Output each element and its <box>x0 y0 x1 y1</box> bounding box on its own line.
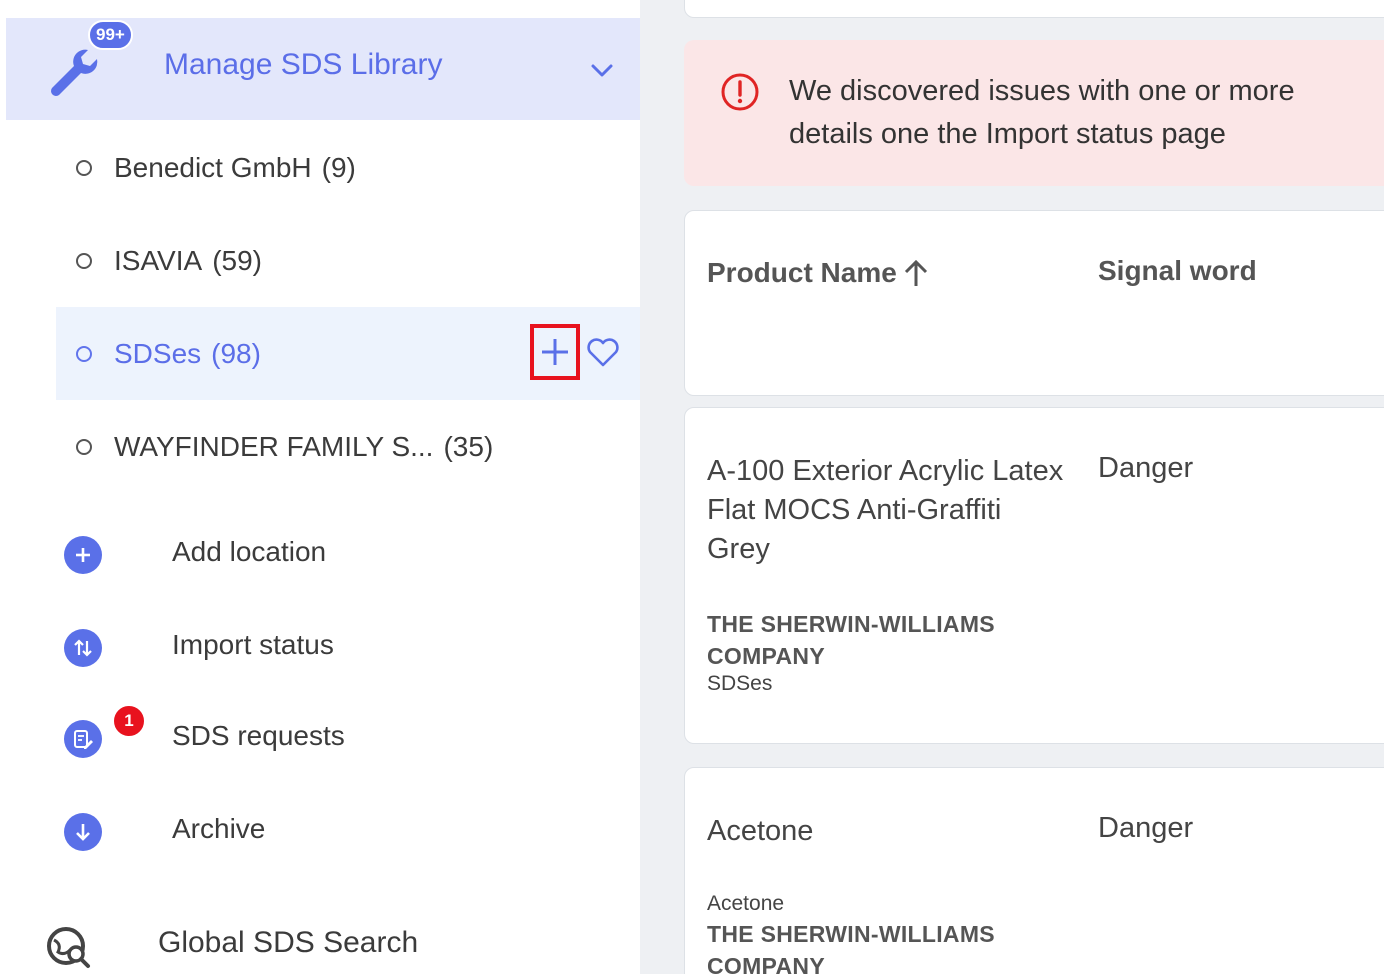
archive-label: Archive <box>172 813 266 844</box>
top-card-edge <box>684 0 1384 18</box>
plus-icon <box>542 339 568 365</box>
add-location-label: Add location <box>172 536 327 567</box>
signal-word-header[interactable]: Signal word <box>1098 255 1257 287</box>
product-sub-name-cell: Acetone <box>707 892 785 915</box>
import-status-label: Import status <box>172 629 334 660</box>
signal-word-cell: Danger <box>1098 452 1194 484</box>
archive-item[interactable]: Archive <box>0 785 640 875</box>
location-name: ISAVIA <box>114 244 203 276</box>
circle-icon <box>76 345 92 362</box>
sort-arrow-up-icon <box>904 259 927 286</box>
global-search-icon <box>47 927 90 968</box>
location-item-wayfinder[interactable]: WAYFINDER FAMILY S... (35) <box>56 400 640 493</box>
sds-requests-item[interactable]: 1 SDS requests <box>0 692 640 782</box>
notification-badge: 99+ <box>88 20 133 50</box>
circle-icon <box>76 159 92 176</box>
wrench-icon <box>51 49 98 96</box>
location-count: (35) <box>443 430 494 462</box>
alert-text-line1: We discovered issues with one or more <box>789 75 1295 107</box>
location-item-sdses[interactable]: SDSes (98) <box>56 307 640 400</box>
manage-sds-library-label: Manage SDS Library <box>164 48 443 81</box>
signal-word-cell: Danger <box>1098 812 1194 844</box>
import-status-item[interactable]: Import status <box>0 601 640 691</box>
location-count: (98) <box>211 337 261 369</box>
add-location-item[interactable]: Add location <box>0 508 640 598</box>
import-issues-alert: We discovered issues with one or more de… <box>684 40 1384 186</box>
location-name: Benedict GmbH <box>114 151 312 183</box>
table-row[interactable]: A-100 Exterior Acrylic Latex Flat MOCS A… <box>684 407 1384 744</box>
location-item-isavia[interactable]: ISAVIA (59) <box>56 214 640 307</box>
heart-icon[interactable] <box>586 337 620 369</box>
alert-text-line2: details one the Import status page <box>789 118 1226 150</box>
product-name-header[interactable]: Product Name <box>707 257 929 289</box>
table-header: Product Name Signal word <box>684 210 1384 396</box>
manufacturer-cell: THE SHERWIN-WILLIAMS COMPANY <box>707 611 995 669</box>
location-name: SDSes <box>114 337 202 369</box>
requests-count-badge: 1 <box>112 704 146 738</box>
import-arrows-icon <box>64 629 102 667</box>
sds-requests-label: SDS requests <box>172 720 345 751</box>
product-name-cell[interactable]: Acetone <box>707 812 1067 851</box>
location-cell: SDSes <box>707 672 773 695</box>
chevron-down-icon[interactable] <box>588 56 616 84</box>
table-row[interactable]: Acetone Danger Acetone THE SHERWIN-WILLI… <box>684 767 1384 974</box>
circle-icon <box>76 252 92 269</box>
plus-circle-icon <box>64 536 102 574</box>
manage-sds-library-header[interactable]: 99+ Manage SDS Library <box>6 18 640 120</box>
product-name-cell[interactable]: A-100 Exterior Acrylic Latex Flat MOCS A… <box>707 452 1067 569</box>
document-edit-icon <box>64 720 102 758</box>
sidebar: 99+ Manage SDS Library Benedict GmbH (9) … <box>0 0 640 974</box>
add-button[interactable] <box>530 324 580 380</box>
location-name: WAYFINDER FAMILY S... <box>114 430 434 462</box>
arrow-down-icon <box>64 813 102 851</box>
location-count: (59) <box>212 244 262 276</box>
location-item-benedict-gmbh[interactable]: Benedict GmbH (9) <box>56 121 640 214</box>
main-content: We discovered issues with one or more de… <box>640 0 1384 974</box>
global-sds-search-label: Global SDS Search <box>158 926 419 959</box>
alert-circle-icon <box>721 73 759 111</box>
location-count: (9) <box>321 151 356 183</box>
circle-icon <box>76 438 92 455</box>
global-sds-search-item[interactable]: Global SDS Search <box>0 908 640 974</box>
product-name-header-label: Product Name <box>707 257 897 288</box>
manufacturer-cell: THE SHERWIN-WILLIAMS COMPANY <box>707 921 995 974</box>
